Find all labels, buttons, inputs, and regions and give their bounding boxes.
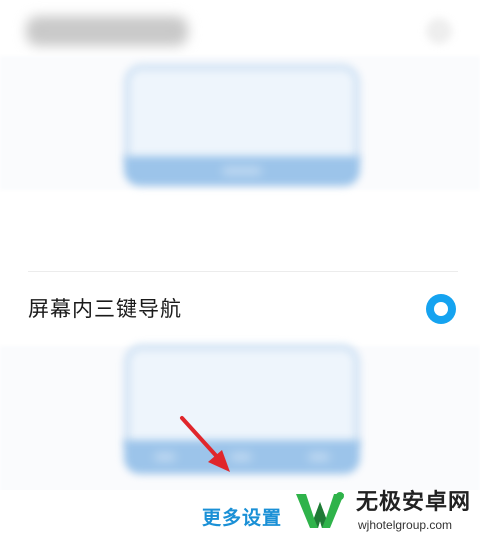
- option-three-key-navigation[interactable]: 屏幕内三键导航: [0, 278, 480, 342]
- gesture-bar-icon: [222, 167, 262, 175]
- watermark-title: 无极安卓网: [356, 490, 472, 515]
- navigation-settings-screen: 屏幕内三键导航 更多设置 无极安卓网 wjhotelgroup.com: [0, 0, 480, 537]
- radio-dot: [434, 302, 448, 316]
- three-key-preview-navbar: [124, 440, 360, 474]
- radio-selected-icon[interactable]: [426, 294, 456, 324]
- gesture-preview-navbar: [124, 156, 360, 186]
- blurred-radio-icon: [426, 18, 452, 44]
- w-logo-icon: [296, 492, 344, 528]
- option-label: 屏幕内三键导航: [28, 297, 182, 321]
- recent-key-icon: [308, 453, 330, 461]
- divider: [28, 271, 458, 272]
- red-arrow-icon: [180, 416, 230, 472]
- watermark-url: wjhotelgroup.com: [358, 518, 453, 532]
- gesture-preview-phone: [124, 64, 360, 160]
- three-key-preview-phone: [124, 344, 360, 446]
- more-settings-link[interactable]: 更多设置: [202, 505, 282, 531]
- blurred-option-title: [26, 16, 188, 46]
